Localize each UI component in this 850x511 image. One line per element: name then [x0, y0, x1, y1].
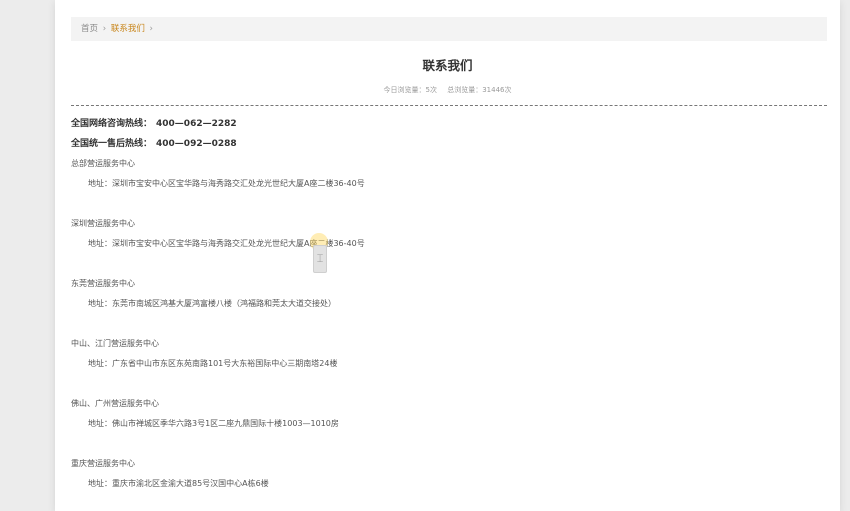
center-name: 佛山、广州营运服务中心 [71, 399, 159, 408]
center-name: 中山、江门营运服务中心 [71, 339, 159, 348]
view-stats: 今日浏览量：5次 总浏览量：31446次 [55, 85, 840, 95]
center-address: 地址：深圳市宝安中心区宝华路与海秀路交汇处龙光世纪大厦A座二楼36-40号 [88, 239, 365, 248]
breadcrumb-trailing-separator: › [149, 24, 153, 34]
breadcrumb-separator: › [102, 24, 107, 34]
contact-content: 全国网络咨询热线： 400—062—2282 全国统一售后热线： 400—092—0… [71, 117, 827, 511]
center-name: 重庆营运服务中心 [71, 459, 135, 468]
breadcrumb-current-link[interactable]: 联系我们 [111, 24, 145, 34]
center-address: 地址：重庆市渝北区金渝大道85号汉国中心A栋6楼 [88, 479, 269, 488]
hotline-aftersales: 全国统一售后热线： 400—092—0288 [71, 137, 827, 157]
hotline-number: 400—062—2282 [156, 119, 237, 129]
mouse-cursor-icon: ⌶ [313, 245, 327, 273]
hotline-number: 400—092—0288 [156, 139, 237, 149]
stats-today: 今日浏览量：5次 [383, 86, 437, 94]
hotline-label: 全国网络咨询热线： [71, 119, 153, 129]
stats-total: 总浏览量：31446次 [447, 86, 512, 94]
breadcrumb-home-link[interactable]: 首页 [81, 24, 98, 34]
hotline-label: 全国统一售后热线： [71, 139, 153, 149]
center-name: 深圳营运服务中心 [71, 219, 135, 228]
center-address: 地址：广东省中山市东区东苑南路101号大东裕国际中心三期南塔24楼 [88, 359, 338, 368]
center-address: 地址：佛山市禅城区季华六路3号1区二座九鼎国际十楼1003—1010房 [88, 419, 339, 428]
content-panel: 首页 › 联系我们 › 联系我们 今日浏览量：5次 总浏览量：31446次 全国… [55, 0, 840, 511]
center-address: 地址：东莞市南城区鸿基大厦鸿富楼八楼（鸿福路和莞太大道交接处） [88, 299, 336, 308]
page-title: 联系我们 [422, 58, 473, 73]
center-name: 总部营运服务中心 [71, 159, 135, 168]
breadcrumb: 首页 › 联系我们 › [71, 17, 827, 41]
center-name: 东莞营运服务中心 [71, 279, 135, 288]
center-address: 地址：深圳市宝安中心区宝华路与海秀路交汇处龙光世纪大厦A座二楼36-40号 [88, 179, 365, 188]
dashed-divider [71, 105, 827, 106]
hotline-consult: 全国网络咨询热线： 400—062—2282 [71, 117, 827, 137]
